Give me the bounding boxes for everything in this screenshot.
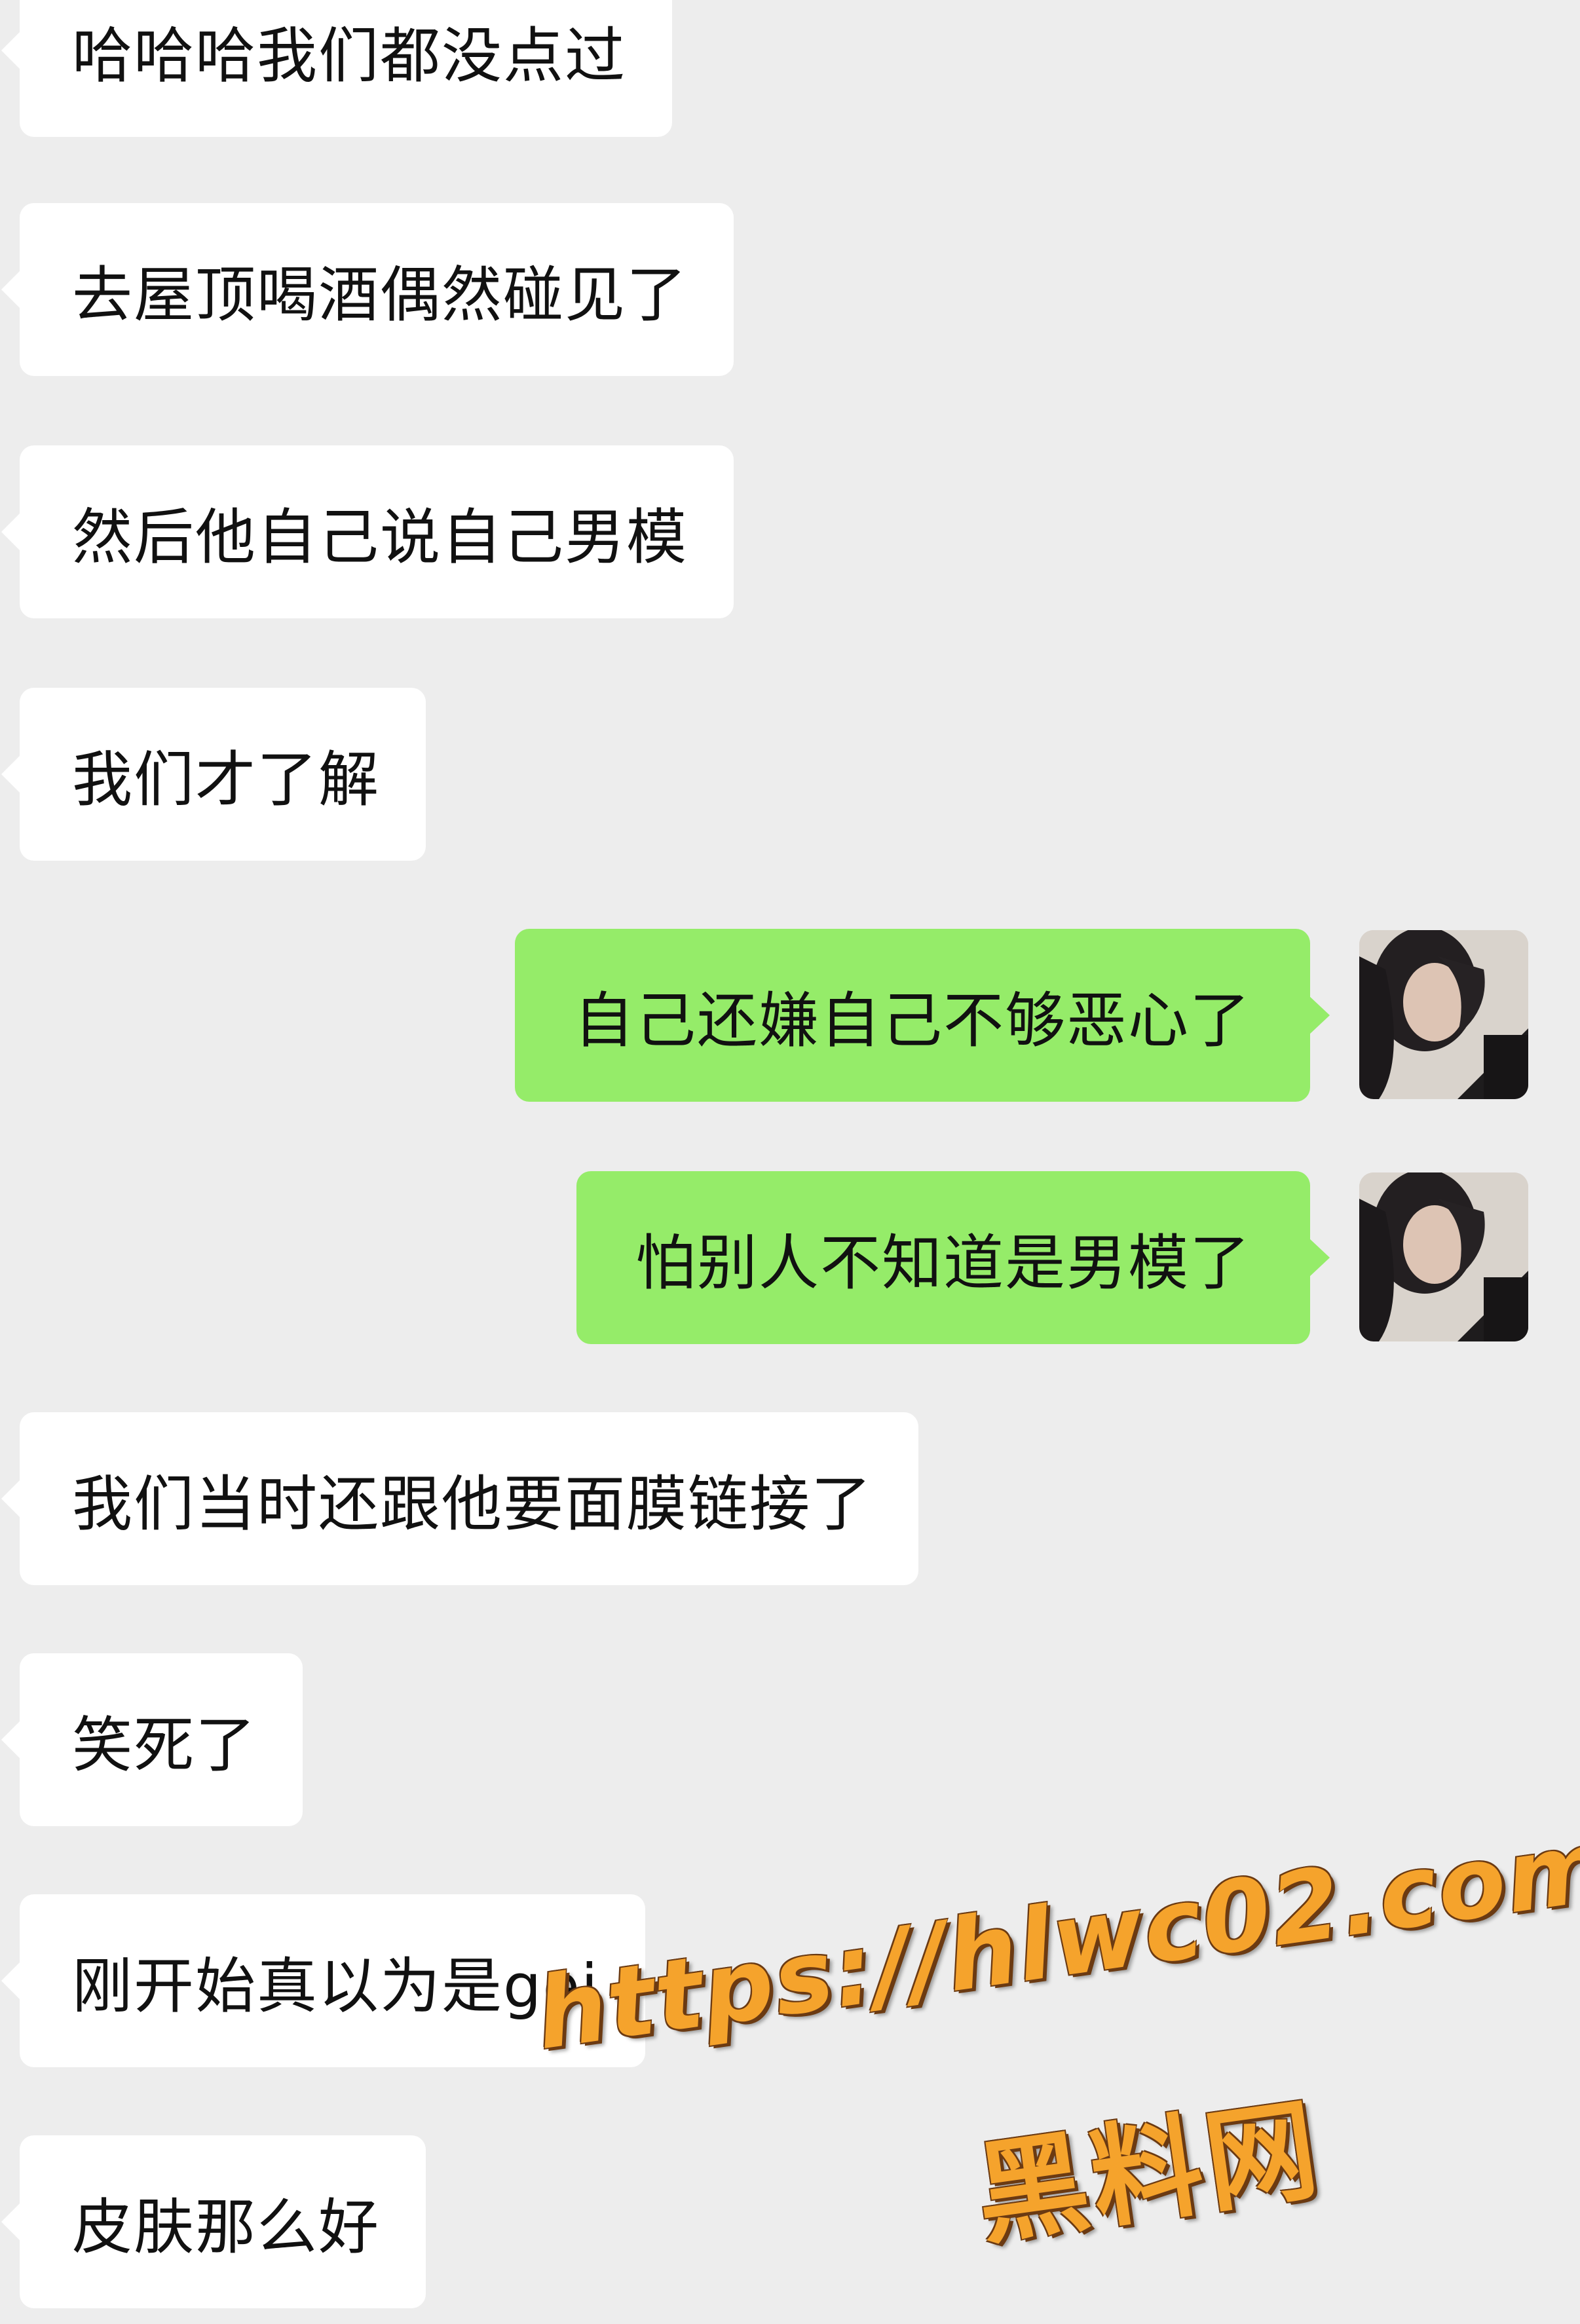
message-bubble-received[interactable]: 哈哈哈我们都没点过	[1, 0, 673, 137]
watermark: https://hlwc02.com 黑料网	[517, 1809, 1580, 2261]
message-bubble-received[interactable]: 笑死了	[1, 1653, 303, 1826]
message-bubble-received[interactable]: 然后他自己说自己男模	[1, 445, 734, 618]
user-avatar-icon[interactable]	[1359, 1172, 1528, 1341]
message-text: 自己还嫌自己不够恶心了	[573, 985, 1251, 1056]
message-text: 哈哈哈我们都没点过	[72, 20, 627, 91]
watermark-site-name: 黑料网	[968, 2084, 1329, 2261]
avatar-photo	[1359, 930, 1528, 1099]
message-bubble-received[interactable]: 皮肤那么好	[1, 2135, 426, 2308]
message-bubble-received[interactable]: 去屋顶喝酒偶然碰见了	[1, 203, 734, 376]
message-bubble-sent[interactable]: 自己还嫌自己不够恶心了	[514, 929, 1330, 1102]
message-text: 去屋顶喝酒偶然碰见了	[72, 259, 688, 330]
message-text: 笑死了	[72, 1710, 257, 1780]
message-bubble-sent[interactable]: 怕别人不知道是男模了	[576, 1171, 1330, 1344]
user-avatar-icon[interactable]	[1359, 930, 1528, 1099]
message-text: 我们才了解	[72, 744, 381, 815]
message-bubble-received[interactable]: 我们才了解	[1, 688, 426, 861]
message-bubble-received[interactable]: 我们当时还跟他要面膜链接了	[1, 1412, 919, 1585]
avatar-photo	[1359, 1172, 1528, 1341]
message-text: 然后他自己说自己男模	[72, 502, 688, 572]
message-text: 怕别人不知道是男模了	[635, 1228, 1251, 1298]
message-text: 皮肤那么好	[72, 2192, 381, 2262]
message-text: 我们当时还跟他要面膜链接了	[72, 1469, 873, 1539]
